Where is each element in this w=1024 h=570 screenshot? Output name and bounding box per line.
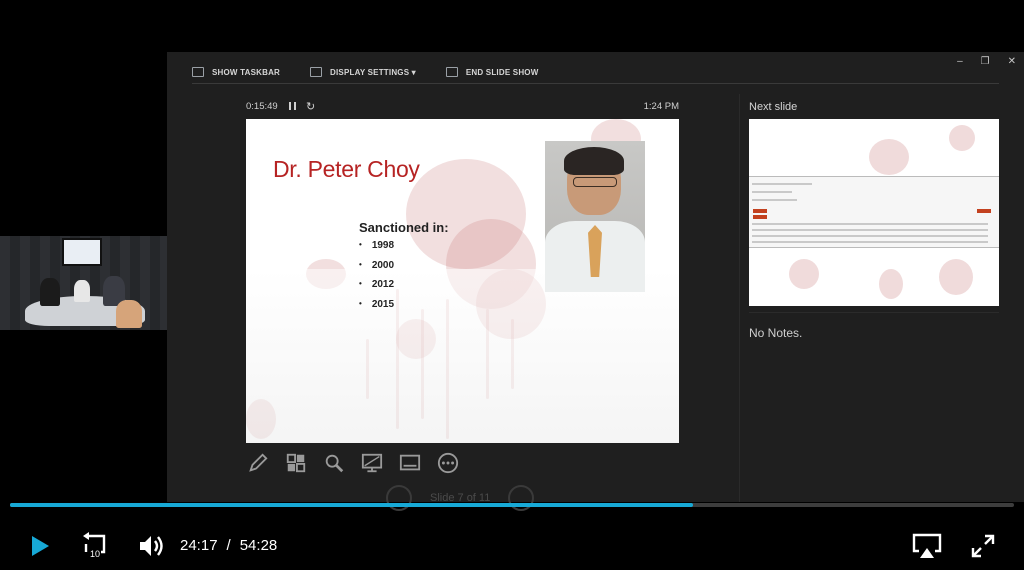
slide-title: Dr. Peter Choy — [273, 156, 420, 182]
volume-button[interactable] — [136, 531, 168, 561]
volume-icon — [140, 536, 163, 556]
current-time: 24:17 — [180, 537, 218, 554]
clock: 1:24 PM — [643, 101, 679, 112]
rewind-10-button[interactable]: 10 — [78, 531, 112, 561]
end-slide-show-button[interactable]: END SLIDE SHOW — [445, 67, 539, 77]
restart-timer-icon[interactable]: ↻ — [306, 100, 315, 113]
display-settings-button[interactable]: DISPLAY SETTINGS ▾ — [310, 67, 416, 77]
next-slide-button[interactable] — [508, 485, 535, 511]
pane-divider — [739, 94, 740, 502]
slide-tools — [246, 451, 460, 475]
close-button[interactable]: ✕ — [1008, 56, 1016, 67]
elapsed-time: 0:15:49 — [246, 101, 278, 112]
doctor-photo — [545, 141, 645, 292]
pause-timer-icon[interactable] — [289, 102, 296, 110]
list-item: • 2000 — [359, 259, 395, 271]
rewind-icon: 10 — [83, 532, 106, 559]
presenter-toolbar: SHOW TASKBAR DISPLAY SETTINGS ▾ END SLID… — [192, 62, 538, 82]
fullscreen-icon — [971, 534, 995, 558]
toolbar-divider — [192, 83, 999, 84]
slide-subheading: Sanctioned in: — [359, 220, 449, 235]
time-separator: / — [226, 537, 231, 554]
previous-slide-button[interactable] — [386, 485, 412, 511]
webcam-inset — [0, 236, 167, 330]
slides-grid-icon[interactable] — [284, 451, 308, 475]
show-taskbar-button[interactable]: SHOW TASKBAR — [192, 67, 280, 77]
list-item: • 1998 — [359, 240, 395, 251]
presenter-view: – ❐ ✕ SHOW TASKBAR DISPLAY SETTINGS ▾ EN… — [167, 52, 1024, 511]
restore-button[interactable]: ❐ — [981, 56, 990, 67]
played-range — [10, 503, 693, 507]
airplay-icon — [912, 533, 942, 558]
play-icon — [32, 536, 49, 556]
progress-bar[interactable] — [10, 503, 1014, 507]
current-slide: Dr. Peter Choy Sanctioned in: • 1998 • 200… — [246, 119, 679, 443]
fullscreen-button[interactable] — [968, 531, 998, 561]
player-controls: 10 24:17 / 54:28 — [0, 528, 1024, 562]
end-slide-show-label: END SLIDE SHOW — [465, 67, 539, 77]
more-options-icon[interactable] — [436, 451, 460, 475]
notes-divider — [749, 312, 999, 313]
years-list: • 1998 • 2000 • 2012 • 2015 — [359, 240, 394, 318]
window-controls: – ❐ ✕ — [957, 56, 1016, 67]
minimize-button[interactable]: – — [957, 56, 963, 67]
duration: 54:28 — [239, 537, 278, 554]
timer-row: 0:15:49 ↻ 1:24 PM — [246, 101, 679, 115]
video-player: – ❐ ✕ SHOW TASKBAR DISPLAY SETTINGS ▾ EN… — [0, 0, 1024, 570]
play-button[interactable] — [24, 531, 54, 561]
display-settings-label: DISPLAY SETTINGS ▾ — [330, 67, 416, 77]
list-item: • 2012 — [359, 279, 395, 290]
show-taskbar-label: SHOW TASKBAR — [212, 67, 281, 77]
time-display: 24:17 / 54:28 — [180, 537, 277, 554]
display-settings-icon — [310, 67, 323, 77]
monitor-icon[interactable] — [360, 451, 384, 475]
next-slide-thumbnail[interactable] — [749, 119, 999, 306]
subtitles-icon[interactable] — [398, 451, 422, 475]
zoom-icon[interactable] — [322, 451, 346, 475]
speaker-notes: No Notes. — [749, 326, 803, 340]
taskbar-icon — [192, 67, 204, 77]
airplay-button[interactable] — [910, 531, 944, 561]
list-item: • 2015 — [359, 298, 395, 310]
pen-icon[interactable] — [246, 451, 270, 475]
next-slide-label: Next slide — [749, 101, 798, 113]
rewind-seconds-label: 10 — [90, 549, 100, 559]
end-show-icon — [445, 67, 458, 77]
